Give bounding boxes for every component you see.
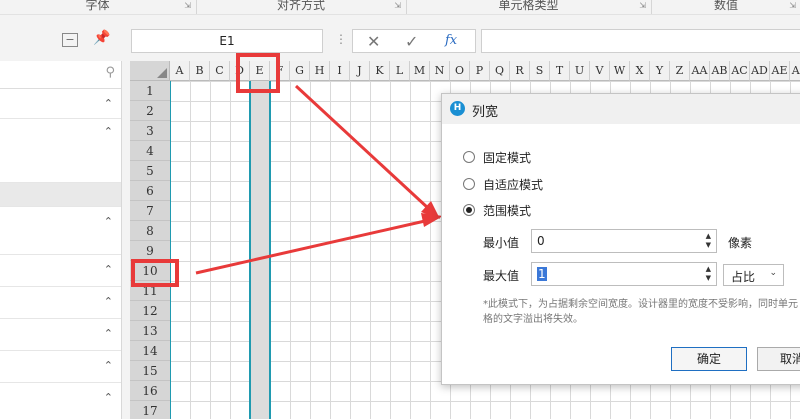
max-unit-select[interactable]: 占比 ⌄ — [723, 264, 784, 286]
max-value: 1 — [537, 267, 547, 281]
radio-label-fixed-mode[interactable]: 固定模式 — [483, 149, 531, 166]
chevron-down-icon: ⌄ — [769, 268, 777, 278]
arrow-line — [195, 219, 426, 275]
max-value-label: 最大值 — [483, 269, 520, 283]
spinner-arrows-icon[interactable]: ▲ ▼ — [706, 232, 711, 250]
min-value-input[interactable]: 0 ▲ ▼ — [531, 229, 717, 253]
radio-label-range-mode[interactable]: 范围模式 — [483, 202, 531, 219]
min-value: 0 — [537, 234, 545, 248]
radio-adaptive-mode[interactable] — [463, 178, 475, 190]
ok-button[interactable]: 确定 — [671, 347, 747, 371]
min-unit-label: 像素 — [728, 236, 753, 250]
min-value-label: 最小值 — [483, 236, 520, 250]
dialog-title: 列宽 — [472, 105, 499, 120]
max-value-input[interactable]: 1 ▲ ▼ — [531, 262, 717, 286]
radio-fixed-mode[interactable] — [463, 151, 475, 163]
radio-range-mode[interactable] — [463, 204, 475, 216]
cancel-button[interactable]: 取消 — [757, 347, 800, 371]
spinner-arrows-icon[interactable]: ▲ ▼ — [706, 265, 711, 283]
app-logo-icon: H — [450, 101, 465, 116]
radio-label-adaptive-mode[interactable]: 自适应模式 — [483, 176, 543, 193]
arrow-line — [294, 84, 430, 210]
dialog-titlebar: H 列宽 — [442, 94, 800, 124]
range-mode-note: *此模式下，为占据剩余空间宽度。设计器里的宽度不受影响，同时单元格的文字溢出将失… — [483, 299, 798, 325]
column-width-dialog: H 列宽 固定模式 自适应模式 范围模式 最小值 0 ▲ ▼ 像素 最大值 1 ▲… — [441, 93, 800, 385]
max-unit-value: 占比 — [731, 270, 756, 284]
arrow-head — [421, 213, 443, 227]
